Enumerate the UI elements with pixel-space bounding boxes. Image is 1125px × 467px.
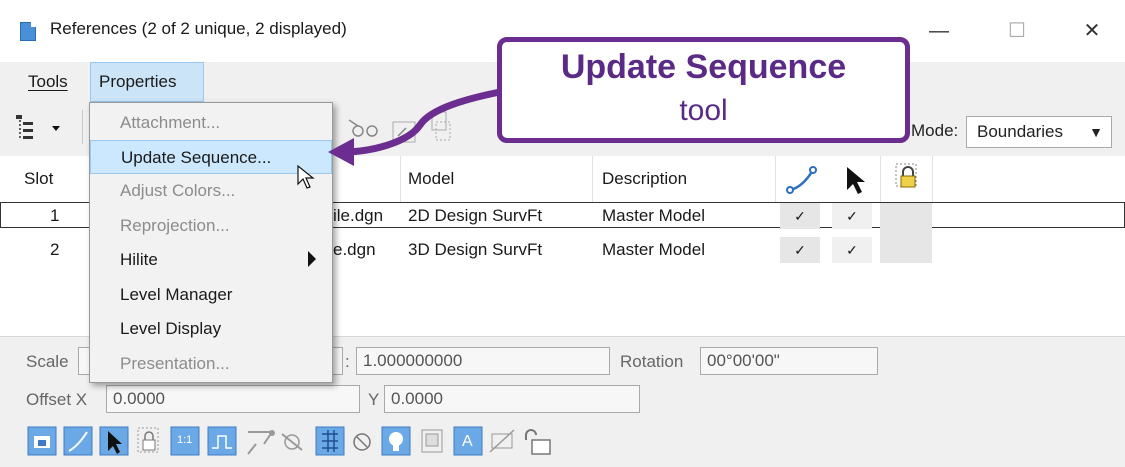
scale-separator: :: [345, 352, 350, 371]
header-description[interactable]: Description: [602, 156, 687, 202]
display-icon[interactable]: [785, 164, 821, 196]
row-slot: 2: [50, 240, 60, 259]
menu-item-hilite[interactable]: Hilite: [90, 243, 332, 276]
mode-label: Mode:: [911, 121, 959, 140]
true-scale-icon: 1:1: [170, 426, 200, 456]
scale-master-field-end: [333, 347, 343, 375]
menu-item-presentation[interactable]: Presentation...: [90, 347, 332, 380]
row-description: Master Model: [602, 240, 705, 259]
snap-cursor-icon: [99, 426, 129, 456]
header-slot[interactable]: Slot: [24, 156, 53, 202]
svg-text:1:1: 1:1: [177, 434, 192, 446]
row-slot: 1: [50, 206, 60, 225]
minimize-button[interactable]: —: [909, 14, 969, 48]
svg-text:A: A: [462, 433, 473, 450]
callout-subtitle: tool: [679, 94, 728, 127]
row-model: 3D Design SurvFt: [408, 240, 543, 259]
lightbulb-icon: [381, 426, 411, 456]
clip-back-icon: [281, 433, 303, 451]
view-window-icon: [27, 426, 57, 456]
maximize-button[interactable]: ☐: [987, 14, 1047, 48]
menu-properties[interactable]: Properties: [90, 62, 204, 102]
row-file: ile.dgn: [333, 206, 384, 225]
rotation-label: Rotation: [620, 352, 684, 371]
update-sequence-callout: Update Sequence tool: [497, 37, 910, 143]
bottom-toolbar: 1:1 A: [27, 426, 551, 456]
submenu-arrow-icon: [308, 251, 316, 267]
ignore-attachment-icon: [353, 433, 371, 451]
row-snap-check[interactable]: ✓: [832, 203, 872, 229]
lock-icon[interactable]: [893, 162, 923, 194]
no-edit-icon: [489, 429, 515, 453]
col-separator: [932, 156, 933, 202]
toolbar-divider: [82, 110, 83, 144]
references-app-icon: [20, 22, 36, 41]
clip-mask-icon: [247, 430, 275, 455]
close-button[interactable]: ✕: [1062, 14, 1122, 48]
unlock-icon: [525, 429, 551, 455]
row-description: Master Model: [602, 206, 705, 225]
locate-lock-icon: [137, 427, 159, 453]
row-file: e.dgn: [333, 240, 376, 259]
annotation-scale-icon: A: [453, 426, 483, 456]
menu-item-level-manager[interactable]: Level Manager: [90, 278, 332, 311]
grid-icon: [315, 426, 345, 456]
mode-select-value: Boundaries: [977, 122, 1064, 141]
rotation-field[interactable]: 00°00'00": [700, 347, 878, 375]
callout-title: Update Sequence: [560, 48, 847, 86]
offset-x-field[interactable]: 0.0000: [106, 385, 360, 413]
menu-item-attachment[interactable]: Attachment...: [90, 106, 332, 139]
row-display-check[interactable]: ✓: [780, 203, 820, 229]
y-label: Y: [368, 390, 380, 409]
row-model: 2D Design SurvFt: [408, 206, 543, 225]
col-separator: [592, 156, 593, 202]
col-separator: [775, 156, 776, 202]
hierarchy-tool-dropdown[interactable]: [14, 112, 76, 142]
scale-line-styles-icon: [207, 426, 237, 456]
reference-document-icon: [421, 429, 443, 453]
scale-label: Scale: [26, 352, 69, 371]
row-display-check[interactable]: ✓: [780, 237, 820, 263]
offset-y-field[interactable]: 0.0000: [384, 385, 640, 413]
col-separator: [880, 156, 881, 202]
hierarchy-icon: [16, 115, 60, 139]
chevron-down-icon: ▼: [1089, 124, 1103, 140]
menu-item-level-display[interactable]: Level Display: [90, 312, 332, 345]
mode-select[interactable]: Boundaries ▼: [966, 116, 1112, 148]
row-lock-cell[interactable]: [880, 203, 932, 263]
menu-tools[interactable]: Tools: [20, 62, 76, 102]
row-snap-check[interactable]: ✓: [832, 237, 872, 263]
menu-item-reprojection[interactable]: Reprojection...: [90, 209, 332, 242]
callout-arrow: [328, 88, 504, 166]
offset-x-label: Offset X: [26, 390, 88, 409]
scale-ref-field[interactable]: 1.000000000: [356, 347, 610, 375]
cursor-snap-icon[interactable]: [842, 164, 868, 196]
display-line-icon: [63, 426, 93, 456]
window-title: References (2 of 2 unique, 2 displayed): [50, 19, 347, 38]
chevron-down-icon: [52, 126, 60, 131]
